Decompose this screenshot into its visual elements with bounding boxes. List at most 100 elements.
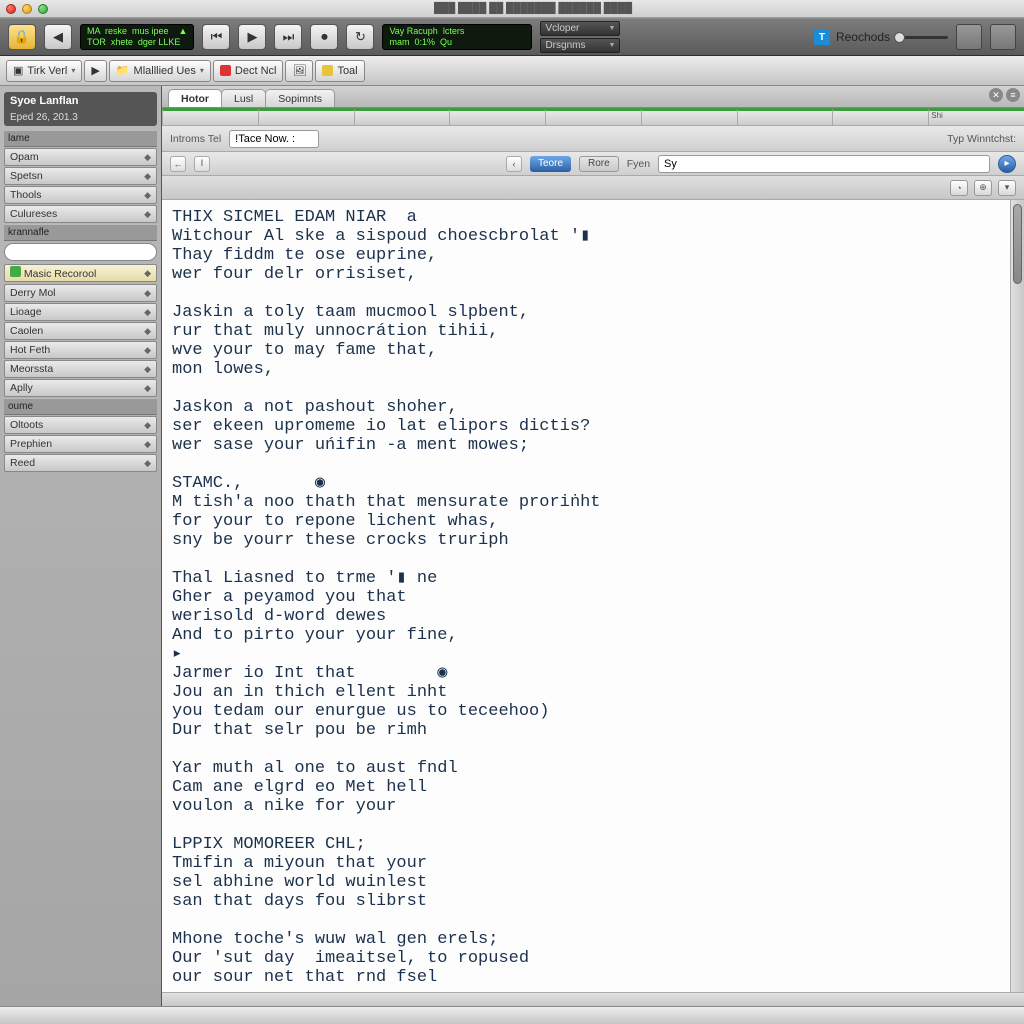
sidebar-item-g2-5[interactable]: Aplly◆ xyxy=(4,379,157,397)
opt-label-3: Fyen xyxy=(627,158,650,170)
status-bar xyxy=(0,1006,1024,1024)
prev-result[interactable]: ‹ xyxy=(506,156,522,172)
sidebar-category-3: oume xyxy=(4,398,157,415)
chevron-left-icon: ◀ xyxy=(53,29,63,45)
editor-text: THIX SICMEL EDAM NIAR a Witchour Al ske … xyxy=(162,200,1024,992)
sidebar-item-g1-2[interactable]: Thools◆ xyxy=(4,186,157,204)
lyrics-editor[interactable]: THIX SICMEL EDAM NIAR a Witchour Al ske … xyxy=(162,200,1024,992)
record-section: T Reochods xyxy=(814,29,890,45)
chevron-down-icon: ▼ xyxy=(609,25,616,32)
sidebar-item-highlight[interactable]: Masic Recorool◆ xyxy=(4,264,157,282)
tool-icon-1[interactable] xyxy=(956,24,982,50)
sidebar-item-g3-1[interactable]: Prephien◆ xyxy=(4,435,157,453)
sidebar-item-g2-2[interactable]: Caolen◆ xyxy=(4,322,157,340)
chip-2[interactable]: Rore xyxy=(579,156,619,172)
dropdown-1[interactable]: Vcloper▼ xyxy=(540,21,620,36)
tool-icon-2[interactable] xyxy=(990,24,1016,50)
opt-label-1: Introms Tel xyxy=(170,133,221,145)
total-button[interactable]: Toal xyxy=(315,60,364,82)
dropdown-2[interactable]: Drsgnms▼ xyxy=(540,38,620,53)
lcd-display-2: Vay Racuph lctersmam 0:1% Qu xyxy=(382,24,532,50)
chevron-down-icon: ▼ xyxy=(609,42,616,49)
volume-slider[interactable] xyxy=(898,36,948,39)
search-input[interactable] xyxy=(658,155,990,173)
transport-forward[interactable]: ⏭ xyxy=(274,24,302,50)
lock-icon: 🔒 xyxy=(14,29,30,45)
tab-1[interactable]: Hotor xyxy=(168,89,222,107)
search-go[interactable]: ▸ xyxy=(998,155,1016,173)
close-icon[interactable] xyxy=(6,4,16,14)
tab-strip: Hotor Lusl Sopimnts ✕ ≡ xyxy=(162,86,1024,108)
sidebar-search[interactable] xyxy=(4,243,157,261)
tab-action-1[interactable]: ✕ xyxy=(989,88,1003,102)
nav-back-small[interactable]: ← xyxy=(170,156,186,172)
timeline-ruler[interactable]: Shi xyxy=(162,108,1024,126)
chip-1[interactable]: Teore xyxy=(530,156,571,172)
mini-icon-2[interactable]: ⊕ xyxy=(974,180,992,196)
pic-button[interactable]: 🖼 xyxy=(285,60,313,82)
record-dot-icon xyxy=(220,65,231,76)
disclosure-icon: ◆ xyxy=(144,326,151,337)
back-button[interactable]: ◀ xyxy=(44,24,72,50)
sidebar-item-g1-1[interactable]: Spetsn◆ xyxy=(4,167,157,185)
disclosure-icon: ◆ xyxy=(144,190,151,201)
mini-icon-row: ◔ ⊕ ▾ xyxy=(162,176,1024,200)
intro-input[interactable] xyxy=(229,130,319,148)
opt-label-2: Typ Winntchst: xyxy=(947,133,1016,145)
transport-rewind[interactable]: ⏮ xyxy=(202,24,230,50)
sidebar-item-g2-1[interactable]: Lioage◆ xyxy=(4,303,157,321)
zoom-icon[interactable] xyxy=(38,4,48,14)
window-title: ███ ████ ██ ███████ ██████ ████ xyxy=(48,3,1018,14)
disclosure-icon: ◆ xyxy=(144,420,151,431)
mode-dropdowns: Vcloper▼ Drsgnms▼ xyxy=(540,21,620,53)
disclosure-icon: ◆ xyxy=(144,364,151,375)
tab-2[interactable]: Lusl xyxy=(221,89,266,107)
sidebar-title: Syoe Lanflan xyxy=(4,92,157,110)
secondary-toolbar: ▣ Tirk Verl▾ ▶ 📁 Mlalllied Ues▾ Dect Ncl… xyxy=(0,56,1024,86)
disclosure-icon: ◆ xyxy=(144,458,151,469)
folder-button[interactable]: 📁 Mlalllied Ues▾ xyxy=(109,60,211,82)
disclosure-icon: ◆ xyxy=(144,307,151,318)
mini-icon-3[interactable]: ▾ xyxy=(998,180,1016,196)
disclosure-icon: ◆ xyxy=(144,345,151,356)
sidebar-item-g2-3[interactable]: Hot Feth◆ xyxy=(4,341,157,359)
sidebar-item-g2-0[interactable]: Derry Mol◆ xyxy=(4,284,157,302)
sidebar-item-g2-4[interactable]: Meorssta◆ xyxy=(4,360,157,378)
sidebar-item-g1-0[interactable]: Opam◆ xyxy=(4,148,157,166)
options-row: Introms Tel Typ Winntchst: xyxy=(162,126,1024,152)
search-row: ← Ⅰ ‹ Teore Rore Fyen ▸ xyxy=(162,152,1024,176)
transport-rec[interactable]: ⏺ xyxy=(310,24,338,50)
tab-3[interactable]: Sopimnts xyxy=(265,89,335,107)
tab-action-2[interactable]: ≡ xyxy=(1006,88,1020,102)
transport-loop[interactable]: ↻ xyxy=(346,24,374,50)
traffic-lights xyxy=(6,4,48,14)
disclosure-icon: ◆ xyxy=(144,288,151,299)
detect-button[interactable]: Dect Ncl xyxy=(213,60,284,82)
sidebar-category-2: krannafle xyxy=(4,224,157,241)
scrollbar-vertical[interactable] xyxy=(1010,200,1024,992)
main-pane: Hotor Lusl Sopimnts ✕ ≡ Shi Introms Tel … xyxy=(162,86,1024,1006)
scrollbar-thumb[interactable] xyxy=(1013,204,1022,284)
view-selector[interactable]: ▣ Tirk Verl▾ xyxy=(6,60,82,82)
music-icon xyxy=(10,266,21,277)
sidebar-category-1: lame xyxy=(4,130,157,147)
nav-fwd-small[interactable]: Ⅰ xyxy=(194,156,210,172)
sidebar: Syoe Lanflan Eped 26, 201.3 lame Opam◆Sp… xyxy=(0,86,162,1006)
disclosure-icon: ◆ xyxy=(144,209,151,220)
minimize-icon[interactable] xyxy=(22,4,32,14)
sidebar-item-g1-3[interactable]: Culureses◆ xyxy=(4,205,157,223)
scrollbar-horizontal[interactable] xyxy=(162,992,1024,1006)
disclosure-icon: ◆ xyxy=(144,268,151,279)
sidebar-item-g3-2[interactable]: Reed◆ xyxy=(4,454,157,472)
mini-icon-1[interactable]: ◔ xyxy=(950,180,968,196)
sidebar-subtitle: Eped 26, 201.3 xyxy=(4,110,157,126)
main-toolbar: 🔒 ◀ MA reske mus ipee ▲TOR xhete dger LL… xyxy=(0,18,1024,56)
disclosure-icon: ◆ xyxy=(144,171,151,182)
lock-button[interactable]: 🔒 xyxy=(8,24,36,50)
disclosure-icon: ◆ xyxy=(144,383,151,394)
record-label: Reochods xyxy=(836,30,890,44)
transport-play[interactable]: ▶ xyxy=(238,24,266,50)
window-titlebar: ███ ████ ██ ███████ ██████ ████ xyxy=(0,0,1024,18)
sidebar-item-g3-0[interactable]: Oltoots◆ xyxy=(4,416,157,434)
play-mini[interactable]: ▶ xyxy=(84,60,106,82)
